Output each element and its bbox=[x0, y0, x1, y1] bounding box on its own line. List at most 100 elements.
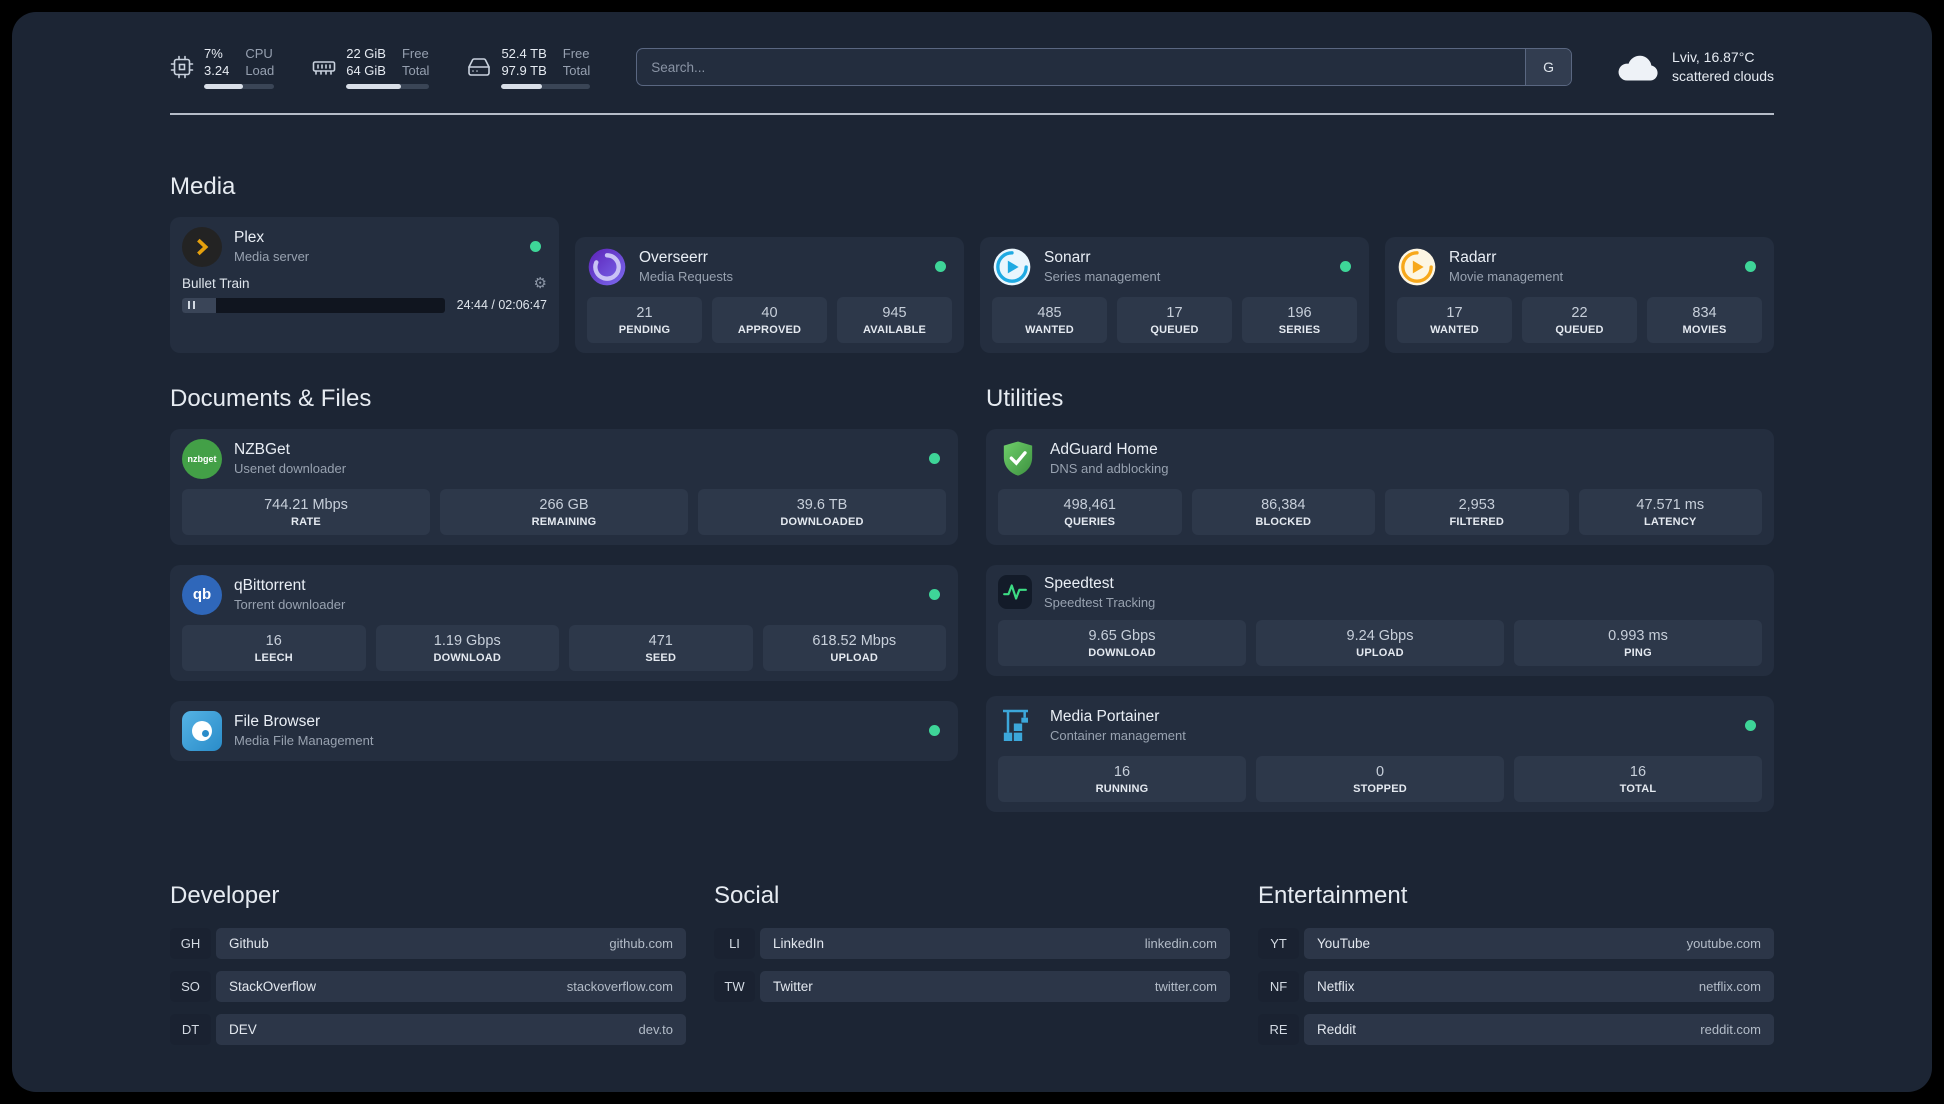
service-subtitle: Container management bbox=[1050, 728, 1186, 744]
stat-seed: 471 SEED bbox=[569, 624, 753, 671]
stat-download: 9.65 Gbps DOWNLOAD bbox=[998, 619, 1246, 666]
status-dot bbox=[1340, 261, 1351, 273]
playback-progress-bar[interactable] bbox=[182, 297, 445, 313]
disk-icon bbox=[468, 58, 491, 77]
playback-time: 24:44 / 02:06:47 bbox=[456, 298, 547, 313]
stat-queued: 17 QUEUED bbox=[1117, 296, 1232, 343]
cpu-usage-value: 7% bbox=[204, 46, 223, 61]
service-subtitle: DNS and adblocking bbox=[1050, 461, 1169, 477]
disk-free-value: 52.4 TB bbox=[501, 46, 547, 61]
speedtest-icon bbox=[998, 575, 1032, 610]
stat-movies: 834 MOVIES bbox=[1647, 296, 1762, 343]
cpu-progress-bar bbox=[204, 83, 275, 89]
stat-rate: 744.21 Mbps RATE bbox=[182, 488, 430, 535]
filebrowser-icon bbox=[182, 710, 222, 751]
stat-blocked: 86,384 BLOCKED bbox=[1191, 488, 1375, 535]
status-dot bbox=[929, 453, 940, 465]
bookmark-abbr: SO bbox=[170, 970, 211, 1002]
bookmark-abbr: YT bbox=[1258, 927, 1299, 959]
bookmark-netflix[interactable]: NF Netflix netflix.com bbox=[1258, 970, 1774, 1002]
bookmark-group-entertainment: Entertainment YT YouTube youtube.com NF N… bbox=[1258, 882, 1774, 1057]
service-subtitle: Usenet downloader bbox=[234, 461, 347, 477]
service-subtitle: Speedtest Tracking bbox=[1044, 594, 1156, 610]
card-portainer[interactable]: Media Portainer Container management 16 R… bbox=[986, 695, 1774, 812]
section-title-utilities: Utilities bbox=[986, 384, 1064, 412]
bookmark-abbr: TW bbox=[714, 970, 755, 1002]
disk-progress-bar bbox=[501, 83, 591, 89]
stat-series: 196 SERIES bbox=[1242, 296, 1357, 343]
stat-stopped: 0 STOPPED bbox=[1256, 755, 1504, 802]
status-dot bbox=[929, 725, 940, 737]
bookmark-abbr: LI bbox=[714, 927, 755, 959]
disk-total-label: Total bbox=[562, 62, 591, 78]
search-input[interactable] bbox=[637, 49, 1526, 86]
cpu-widget: 7% 3.24 CPU Load bbox=[170, 46, 275, 89]
adguard-icon bbox=[998, 439, 1038, 479]
service-subtitle: Media Requests bbox=[639, 269, 733, 285]
stat-queries: 498,461 QUERIES bbox=[998, 488, 1182, 535]
stat-upload: 9.24 Gbps UPLOAD bbox=[1256, 619, 1504, 666]
card-sonarr[interactable]: Sonarr Series management 485 WANTED 17 QUE… bbox=[980, 236, 1369, 353]
search-bar: G bbox=[636, 48, 1573, 87]
section-title-documents: Documents & Files bbox=[170, 384, 372, 412]
bookmark-dev[interactable]: DT DEV dev.to bbox=[170, 1013, 686, 1045]
portainer-icon bbox=[998, 706, 1038, 746]
service-name: Plex bbox=[234, 229, 265, 247]
service-name: Overseerr bbox=[639, 249, 708, 267]
card-qbittorrent[interactable]: qb qBittorrent Torrent downloader 16 LEEC… bbox=[170, 564, 958, 681]
stat-filtered: 2,953 FILTERED bbox=[1385, 488, 1569, 535]
pause-icon[interactable] bbox=[188, 301, 195, 310]
service-name: Speedtest bbox=[1044, 574, 1114, 592]
card-overseerr[interactable]: Overseerr Media Requests 21 PENDING 40 APP… bbox=[575, 236, 964, 353]
service-name: File Browser bbox=[234, 713, 321, 731]
section-media: Media Plex Media server Bullet Train ⚙ 2… bbox=[170, 173, 1774, 353]
bookmark-abbr: NF bbox=[1258, 970, 1299, 1002]
stat-approved: 40 APPROVED bbox=[712, 296, 827, 343]
service-subtitle: Torrent downloader bbox=[234, 597, 346, 613]
now-playing-title: Bullet Train bbox=[182, 275, 250, 291]
nzbget-icon: nzbget bbox=[182, 438, 222, 479]
bookmark-youtube[interactable]: YT YouTube youtube.com bbox=[1258, 927, 1774, 959]
memory-free-value: 22 GiB bbox=[346, 46, 386, 61]
status-dot bbox=[1745, 720, 1756, 732]
disk-widget: 52.4 TB 97.9 TB Free Total bbox=[467, 46, 591, 89]
status-dot bbox=[935, 261, 946, 273]
card-filebrowser[interactable]: File Browser Media File Management bbox=[170, 700, 958, 761]
search-provider-button[interactable]: G bbox=[1525, 49, 1572, 86]
memory-free-label: Free bbox=[401, 46, 429, 61]
plex-icon bbox=[182, 226, 222, 267]
cpu-icon bbox=[170, 56, 194, 79]
cpu-load-value: 3.24 bbox=[204, 62, 230, 78]
bookmark-group-title: Entertainment bbox=[1258, 881, 1408, 909]
overseerr-icon bbox=[587, 247, 627, 287]
memory-total-value: 64 GiB bbox=[346, 62, 386, 78]
stat-running: 16 RUNNING bbox=[998, 755, 1246, 802]
stat-upload: 618.52 Mbps UPLOAD bbox=[762, 624, 946, 671]
sonarr-icon bbox=[992, 247, 1032, 287]
bookmark-stackoverflow[interactable]: SO StackOverflow stackoverflow.com bbox=[170, 970, 686, 1002]
resource-widgets: 7% 3.24 CPU Load 22 GiB 64 GiB Free Tota… bbox=[170, 46, 591, 89]
qbittorrent-icon: qb bbox=[182, 574, 222, 615]
card-adguard[interactable]: AdGuard Home DNS and adblocking 498,461 Q… bbox=[986, 428, 1774, 545]
card-nzbget[interactable]: nzbget NZBGet Usenet downloader 744.21 M… bbox=[170, 428, 958, 545]
stat-leech: 16 LEECH bbox=[182, 624, 366, 671]
card-plex[interactable]: Plex Media server Bullet Train ⚙ 24:44 /… bbox=[170, 216, 559, 353]
card-radarr[interactable]: Radarr Movie management 17 WANTED 22 QUEUE… bbox=[1385, 236, 1774, 353]
bookmark-group-title: Social bbox=[714, 881, 780, 909]
cpu-load-label: Load bbox=[245, 62, 275, 78]
bookmark-github[interactable]: GH Github github.com bbox=[170, 927, 686, 959]
weather-widget: Lviv, 16.87°C scattered clouds bbox=[1616, 48, 1774, 87]
stat-remaining: 266 GB REMAINING bbox=[440, 488, 688, 535]
bookmark-linkedin[interactable]: LI LinkedIn linkedin.com bbox=[714, 927, 1230, 959]
service-name: NZBGet bbox=[234, 441, 290, 459]
status-dot bbox=[929, 589, 940, 601]
stat-wanted: 485 WANTED bbox=[992, 296, 1107, 343]
card-speedtest[interactable]: Speedtest Speedtest Tracking 9.65 Gbps DO… bbox=[986, 564, 1774, 676]
cloud-icon bbox=[1618, 56, 1658, 81]
settings-gear-icon[interactable]: ⚙ bbox=[534, 276, 547, 291]
memory-total-label: Total bbox=[401, 62, 430, 78]
memory-widget: 22 GiB 64 GiB Free Total bbox=[312, 46, 430, 89]
bookmark-group-developer: Developer GH Github github.com SO StackOv… bbox=[170, 882, 686, 1057]
bookmark-twitter[interactable]: TW Twitter twitter.com bbox=[714, 970, 1230, 1002]
bookmark-reddit[interactable]: RE Reddit reddit.com bbox=[1258, 1013, 1774, 1045]
